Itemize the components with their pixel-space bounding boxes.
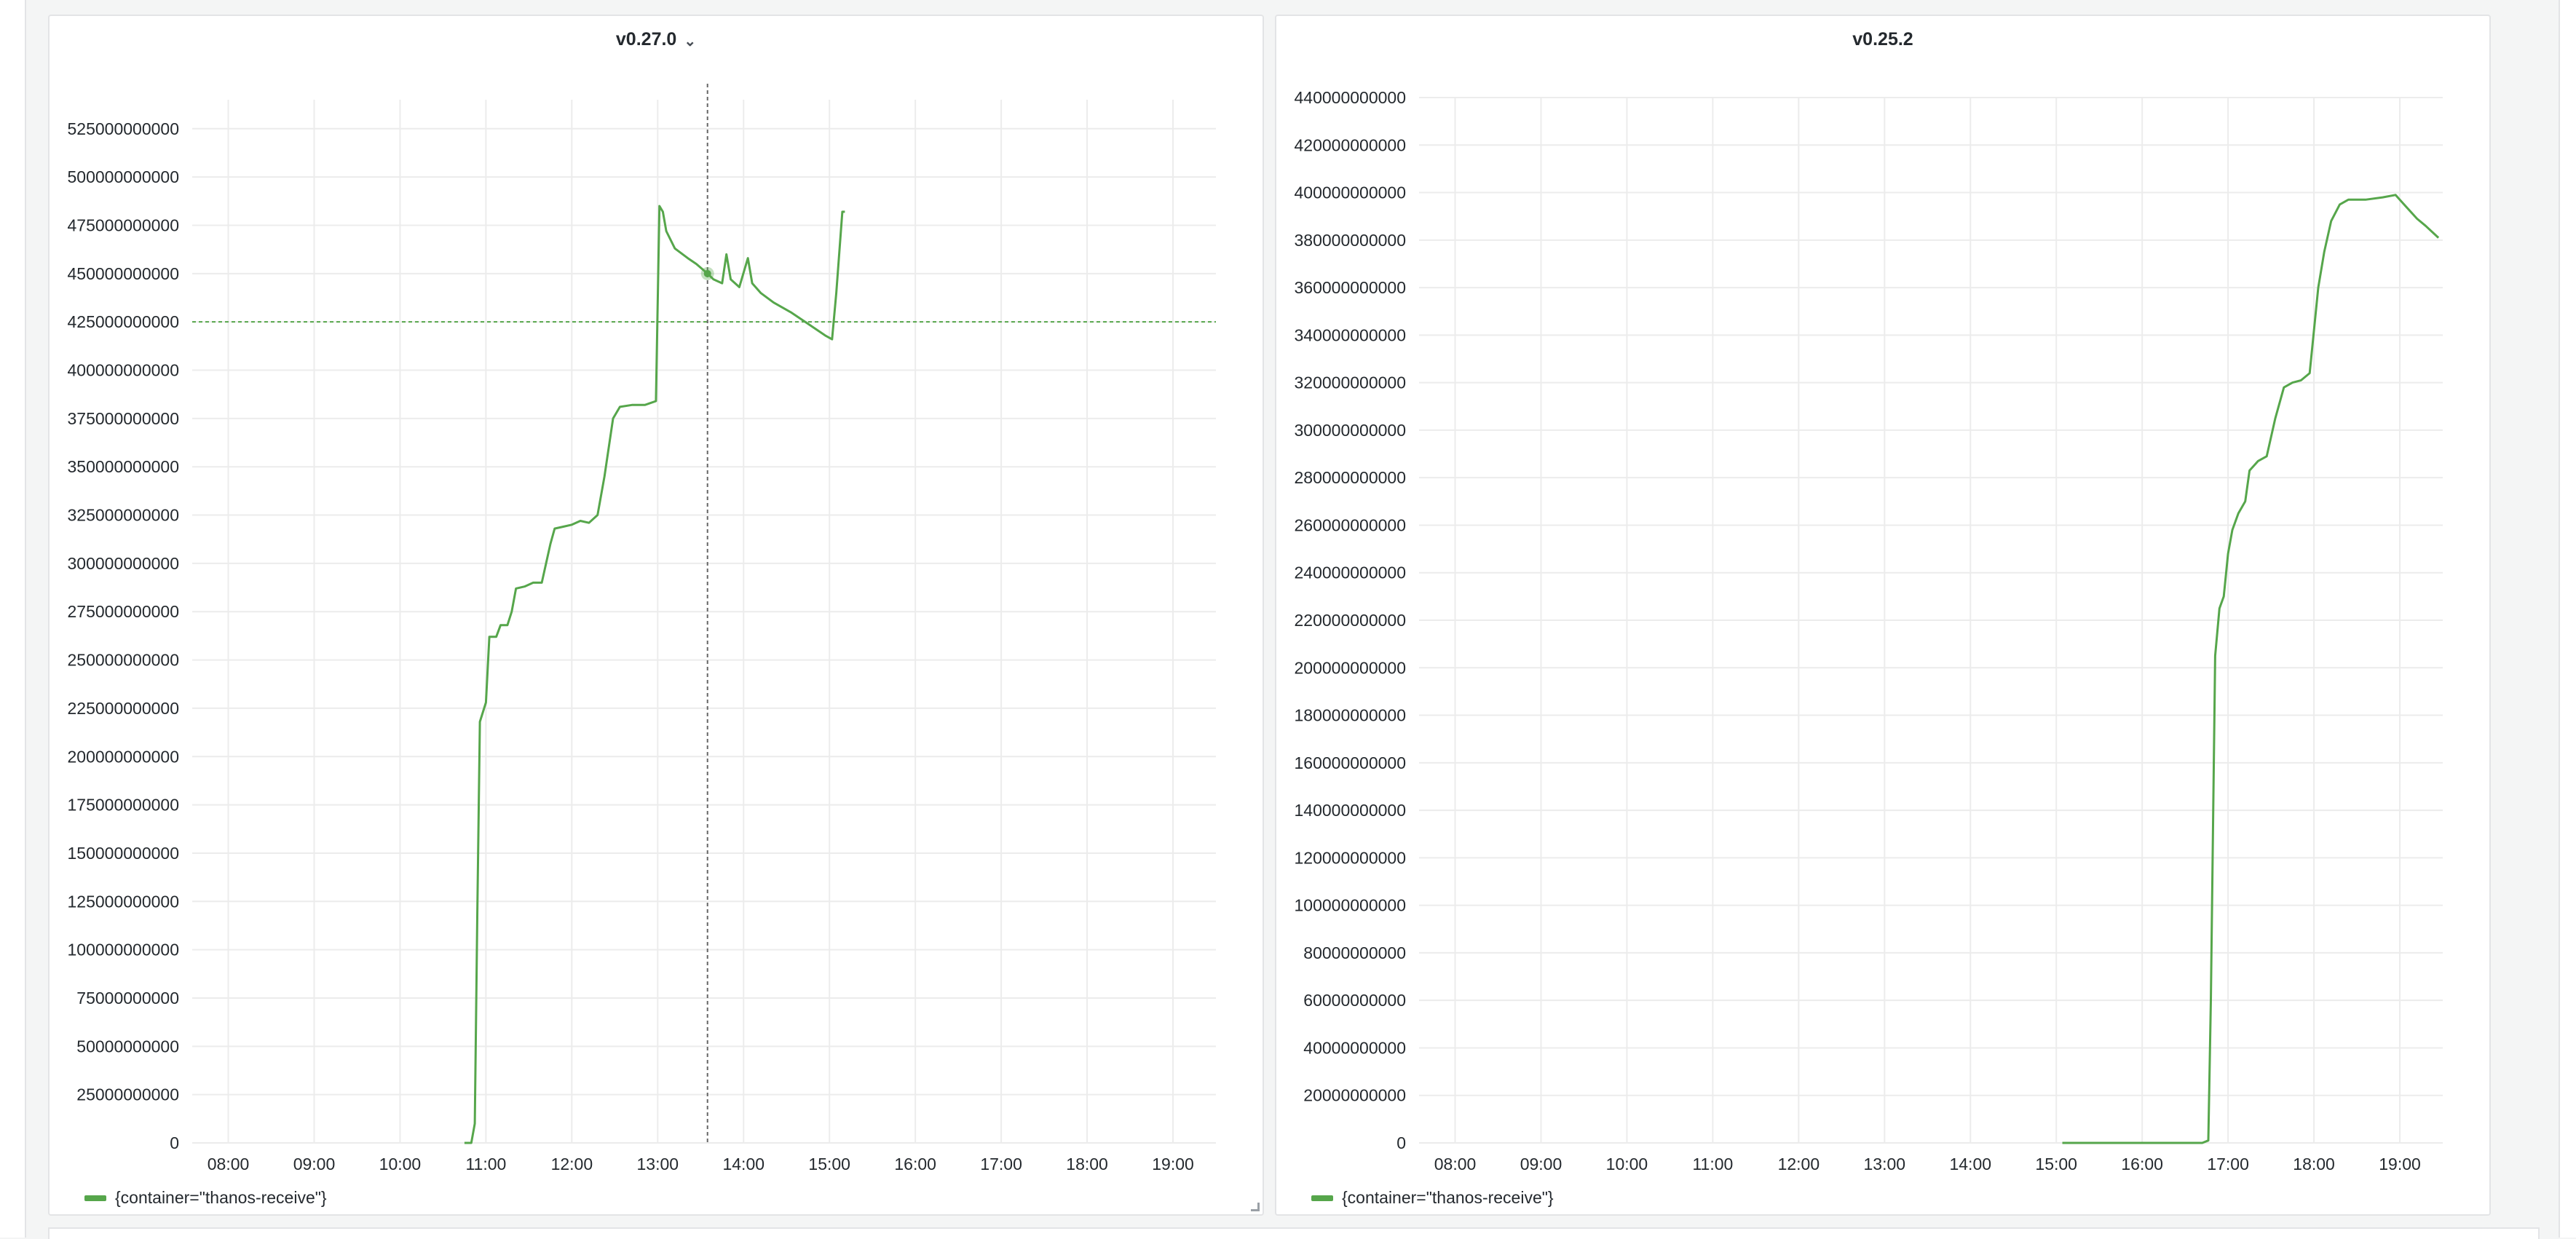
y-tick-label: 360000000000 bbox=[1295, 278, 1407, 297]
y-tick-label: 180000000000 bbox=[1295, 706, 1407, 725]
right-scrollbar[interactable] bbox=[2559, 0, 2576, 1238]
x-tick-label: 13:00 bbox=[637, 1155, 679, 1173]
y-tick-label: 125000000000 bbox=[68, 892, 180, 911]
y-tick-label: 260000000000 bbox=[1295, 515, 1407, 534]
x-tick-label: 14:00 bbox=[1949, 1155, 1991, 1173]
y-tick-label: 450000000000 bbox=[68, 264, 180, 283]
y-tick-label: 475000000000 bbox=[68, 215, 180, 234]
legend-label[interactable]: {container="thanos-receive"} bbox=[1342, 1188, 1554, 1208]
y-tick-label: 500000000000 bbox=[68, 167, 180, 186]
y-tick-label: 160000000000 bbox=[1295, 753, 1407, 772]
legend[interactable]: {container="thanos-receive"} bbox=[1311, 1188, 1554, 1208]
y-tick-label: 320000000000 bbox=[1295, 373, 1407, 392]
y-tick-label: 80000000000 bbox=[1303, 943, 1406, 962]
y-tick-label: 60000000000 bbox=[1303, 991, 1406, 1010]
legend[interactable]: {container="thanos-receive"} bbox=[84, 1188, 327, 1208]
y-tick-label: 225000000000 bbox=[68, 699, 180, 718]
y-tick-label: 525000000000 bbox=[68, 119, 180, 138]
y-tick-label: 280000000000 bbox=[1295, 468, 1407, 487]
x-tick-label: 08:00 bbox=[1434, 1155, 1477, 1173]
x-tick-label: 13:00 bbox=[1864, 1155, 1906, 1173]
y-tick-label: 275000000000 bbox=[68, 602, 180, 621]
y-tick-label: 140000000000 bbox=[1295, 801, 1407, 820]
y-tick-label: 75000000000 bbox=[76, 989, 179, 1008]
y-tick-label: 200000000000 bbox=[1295, 658, 1407, 677]
y-tick-label: 100000000000 bbox=[1295, 896, 1407, 915]
legend-swatch bbox=[84, 1195, 106, 1201]
y-tick-label: 425000000000 bbox=[68, 312, 180, 331]
chart-svg[interactable]: 0 20000000000 40000000000 60000000000 800000… bbox=[1276, 16, 2492, 1217]
y-tick-label: 150000000000 bbox=[68, 844, 180, 863]
y-tick-label: 100000000000 bbox=[68, 941, 180, 959]
x-tick-label: 18:00 bbox=[1066, 1155, 1108, 1173]
resize-handle-icon[interactable] bbox=[1251, 1203, 1260, 1211]
y-tick-label: 420000000000 bbox=[1295, 135, 1407, 154]
x-tick-label: 16:00 bbox=[894, 1155, 936, 1173]
y-tick-label: 50000000000 bbox=[76, 1037, 179, 1056]
y-tick-label: 0 bbox=[1396, 1133, 1406, 1152]
x-tick-label: 17:00 bbox=[980, 1155, 1022, 1173]
panel-v0-25-2: v0.25.2 0 20000000000 40000000000 600000000… bbox=[1275, 15, 2491, 1216]
x-tick-label: 15:00 bbox=[2035, 1155, 2077, 1173]
y-tick-label: 440000000000 bbox=[1295, 88, 1407, 107]
y-tick-label: 340000000000 bbox=[1295, 325, 1407, 344]
y-tick-label: 250000000000 bbox=[68, 651, 180, 670]
y-tick-label: 120000000000 bbox=[1295, 848, 1407, 867]
grid bbox=[192, 100, 1216, 1144]
x-tick-label: 10:00 bbox=[379, 1155, 422, 1173]
hover-point[interactable] bbox=[703, 269, 711, 277]
legend-swatch bbox=[1311, 1195, 1333, 1201]
y-tick-label: 300000000000 bbox=[1295, 421, 1407, 440]
y-tick-label: 20000000000 bbox=[1303, 1086, 1406, 1105]
x-tick-label: 19:00 bbox=[1152, 1155, 1194, 1173]
y-tick-label: 325000000000 bbox=[68, 506, 180, 525]
y-tick-label: 175000000000 bbox=[68, 796, 180, 815]
x-tick-label: 12:00 bbox=[1778, 1155, 1820, 1173]
y-tick-label: 400000000000 bbox=[1295, 183, 1407, 202]
y-tick-label: 375000000000 bbox=[68, 409, 180, 428]
legend-label[interactable]: {container="thanos-receive"} bbox=[115, 1188, 327, 1208]
y-tick-label: 350000000000 bbox=[68, 457, 180, 476]
y-tick-label: 0 bbox=[170, 1133, 179, 1152]
y-tick-label: 380000000000 bbox=[1295, 231, 1407, 250]
left-gutter bbox=[0, 0, 26, 1238]
y-tick-label: 300000000000 bbox=[68, 554, 180, 573]
x-tick-label: 11:00 bbox=[1692, 1155, 1733, 1173]
y-tick-label: 40000000000 bbox=[1303, 1038, 1406, 1057]
x-tick-label: 19:00 bbox=[2379, 1155, 2421, 1173]
y-tick-label: 200000000000 bbox=[68, 747, 180, 766]
series-line-0[interactable] bbox=[464, 205, 845, 1144]
grid bbox=[1419, 97, 2443, 1144]
x-tick-label: 17:00 bbox=[2207, 1155, 2249, 1173]
chart-svg[interactable]: 0 25000000000 50000000000 75000000000 100000… bbox=[50, 16, 1265, 1217]
x-tick-label: 14:00 bbox=[722, 1155, 764, 1173]
x-tick-label: 16:00 bbox=[2121, 1155, 2163, 1173]
panel-v0-27-0: v0.27.0 ⌄ 0 25000000000 50000000000 7500000… bbox=[48, 15, 1264, 1216]
y-tick-label: 220000000000 bbox=[1295, 611, 1407, 630]
x-tick-label: 09:00 bbox=[1520, 1155, 1562, 1173]
x-tick-label: 18:00 bbox=[2293, 1155, 2335, 1173]
y-tick-label: 240000000000 bbox=[1295, 563, 1407, 582]
x-tick-label: 15:00 bbox=[808, 1155, 850, 1173]
y-tick-label: 400000000000 bbox=[68, 361, 180, 380]
x-tick-label: 11:00 bbox=[465, 1155, 506, 1173]
x-tick-label: 09:00 bbox=[293, 1155, 336, 1173]
y-tick-label: 25000000000 bbox=[76, 1085, 179, 1104]
x-tick-label: 10:00 bbox=[1606, 1155, 1648, 1173]
x-tick-label: 08:00 bbox=[208, 1155, 250, 1173]
x-tick-label: 12:00 bbox=[551, 1155, 593, 1173]
